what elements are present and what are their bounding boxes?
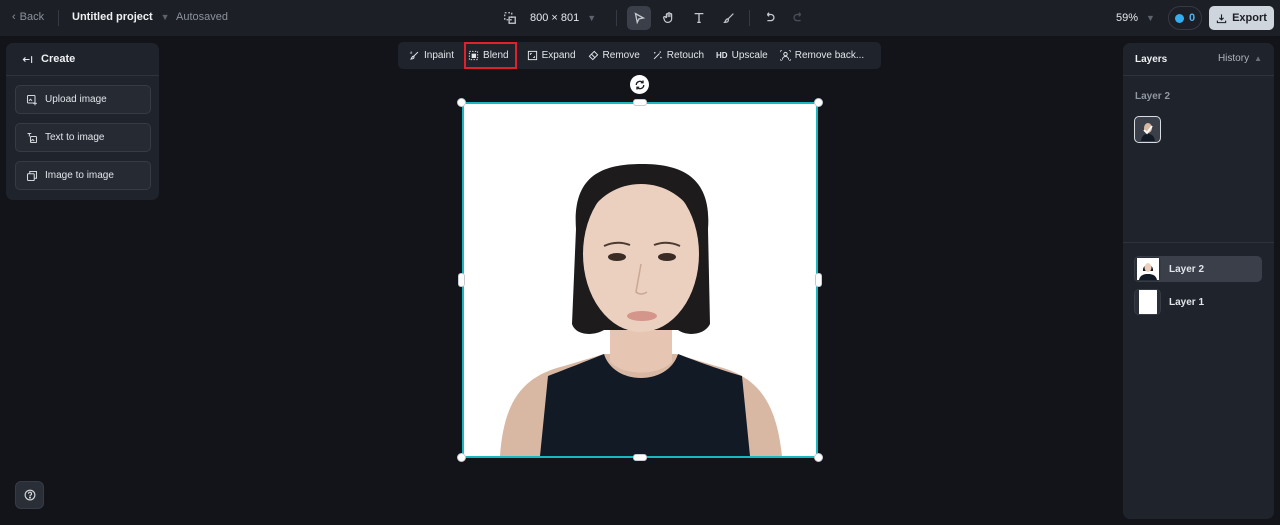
create-panel-header[interactable]: Create: [6, 43, 159, 76]
autosave-status: Autosaved: [176, 11, 228, 23]
blend-label: Blend: [483, 50, 509, 61]
chevron-down-icon: ▼: [1146, 13, 1155, 23]
select-tool[interactable]: [627, 6, 652, 30]
selected-layer-thumbnail[interactable]: [1134, 116, 1161, 143]
collapse-left-icon: [22, 55, 33, 63]
resize-handle-top-left[interactable]: [457, 98, 466, 107]
image-to-image-button[interactable]: Image to image: [15, 161, 151, 190]
canvas-size: 800 × 801: [530, 12, 580, 24]
expand-button[interactable]: Expand: [522, 42, 581, 69]
project-title: Untitled project: [72, 11, 153, 23]
hand-tool[interactable]: [657, 6, 681, 30]
divider: [1123, 242, 1274, 243]
back-button[interactable]: ‹ Back: [12, 11, 44, 23]
hd-icon: HD: [716, 51, 728, 60]
text-to-image-label: Text to image: [45, 132, 105, 143]
remove-background-button[interactable]: Remove back...: [775, 42, 869, 69]
upscale-button[interactable]: HD Upscale: [711, 42, 773, 69]
selected-layer-label: Layer 2: [1135, 91, 1171, 102]
resize-handle-bottom-left[interactable]: [457, 453, 466, 462]
history-label: History: [1217, 53, 1250, 64]
divider: [58, 10, 59, 26]
chevron-down-icon: ▼: [160, 12, 170, 22]
upload-image-button[interactable]: Upload image: [15, 85, 151, 114]
layer-row-layer-2[interactable]: Layer 2: [1134, 256, 1262, 282]
expand-icon: [527, 50, 537, 61]
brush-tool[interactable]: [717, 6, 741, 30]
upscale-label: Upscale: [731, 50, 768, 61]
retouch-label: Retouch: [666, 50, 705, 61]
layers-panel-header: Layers History ▲: [1123, 43, 1274, 76]
retouch-button[interactable]: Retouch: [647, 42, 709, 69]
resize-handle-top-right[interactable]: [814, 98, 823, 107]
credits-count: 0: [1188, 12, 1196, 24]
help-button[interactable]: [15, 481, 44, 509]
remove-background-label: Remove back...: [794, 50, 865, 61]
chevron-down-icon: ▼: [587, 13, 597, 23]
inpaint-label: Inpaint: [424, 50, 455, 61]
upload-image-icon: [26, 94, 37, 105]
resize-handle-bottom-right[interactable]: [814, 453, 823, 462]
remove-background-icon: [780, 50, 791, 61]
export-label: Export: [1232, 12, 1267, 24]
remove-label: Remove: [602, 50, 640, 61]
canvas-toolbar: 800 × 801 ▼: [498, 6, 810, 30]
layers-panel: Layers History ▲ Layer 2 Layer 2 Layer 1: [1123, 43, 1274, 519]
layer-row-layer-1[interactable]: Layer 1: [1134, 289, 1262, 315]
tab-history[interactable]: History ▲: [1218, 53, 1262, 64]
image-to-image-icon: [26, 170, 38, 181]
portrait-image: [464, 104, 816, 456]
blend-button[interactable]: Blend: [463, 42, 517, 69]
zoom-dropdown[interactable]: 59% ▼: [1116, 12, 1155, 24]
rotate-icon: [635, 80, 644, 89]
resize-handle-right[interactable]: [815, 273, 822, 287]
image-to-image-label: Image to image: [45, 170, 114, 181]
rotate-handle[interactable]: [630, 75, 649, 94]
resize-canvas-icon[interactable]: [498, 6, 522, 30]
tab-layers[interactable]: Layers: [1135, 54, 1167, 65]
export-button[interactable]: Export: [1209, 6, 1274, 30]
layer-2-label: Layer 2: [1169, 263, 1205, 275]
layer-1-thumbnail: [1134, 289, 1161, 315]
help-icon: [24, 489, 35, 501]
edit-tool-strip: Inpaint Blend Expand Remove Retouch HD U…: [398, 42, 881, 69]
text-to-image-button[interactable]: Text to image: [15, 123, 151, 152]
create-panel: Create Upload image Text to image Image …: [6, 43, 159, 200]
credits-icon: [1174, 13, 1184, 23]
resize-handle-left[interactable]: [458, 273, 465, 287]
layer-1-label: Layer 1: [1169, 296, 1205, 308]
chevron-up-icon: ▲: [1254, 54, 1262, 63]
back-label: Back: [19, 11, 45, 23]
inpaint-icon: [409, 51, 419, 60]
resize-handle-bottom[interactable]: [633, 454, 647, 461]
text-tool[interactable]: [687, 6, 711, 30]
eraser-icon: [588, 50, 598, 61]
zoom-level: 59%: [1116, 12, 1139, 24]
resize-handle-top[interactable]: [633, 99, 647, 106]
magic-wand-icon: [653, 51, 662, 60]
canvas-image-layer[interactable]: [462, 102, 818, 458]
blend-icon: [468, 50, 479, 61]
divider: [749, 10, 751, 26]
credits-badge[interactable]: 0: [1168, 6, 1202, 30]
redo-button[interactable]: [786, 6, 810, 30]
download-icon: [1216, 13, 1227, 23]
chevron-left-icon: ‹: [12, 11, 16, 23]
expand-label: Expand: [541, 50, 576, 61]
create-panel-title: Create: [41, 53, 76, 65]
undo-button[interactable]: [758, 6, 782, 30]
divider: [616, 10, 618, 26]
top-bar: ‹ Back Untitled project ▼ Autosaved 800 …: [0, 0, 1280, 36]
remove-button[interactable]: Remove: [583, 42, 645, 69]
canvas-size-dropdown[interactable]: 800 × 801 ▼: [530, 12, 596, 24]
inpaint-button[interactable]: Inpaint: [404, 42, 459, 69]
layer-2-thumbnail: [1134, 256, 1161, 282]
layer-thumbnail-icon: [1136, 118, 1159, 141]
text-to-image-icon: [27, 132, 38, 143]
project-title-dropdown[interactable]: Untitled project ▼: [72, 11, 170, 23]
upload-image-label: Upload image: [45, 94, 107, 105]
